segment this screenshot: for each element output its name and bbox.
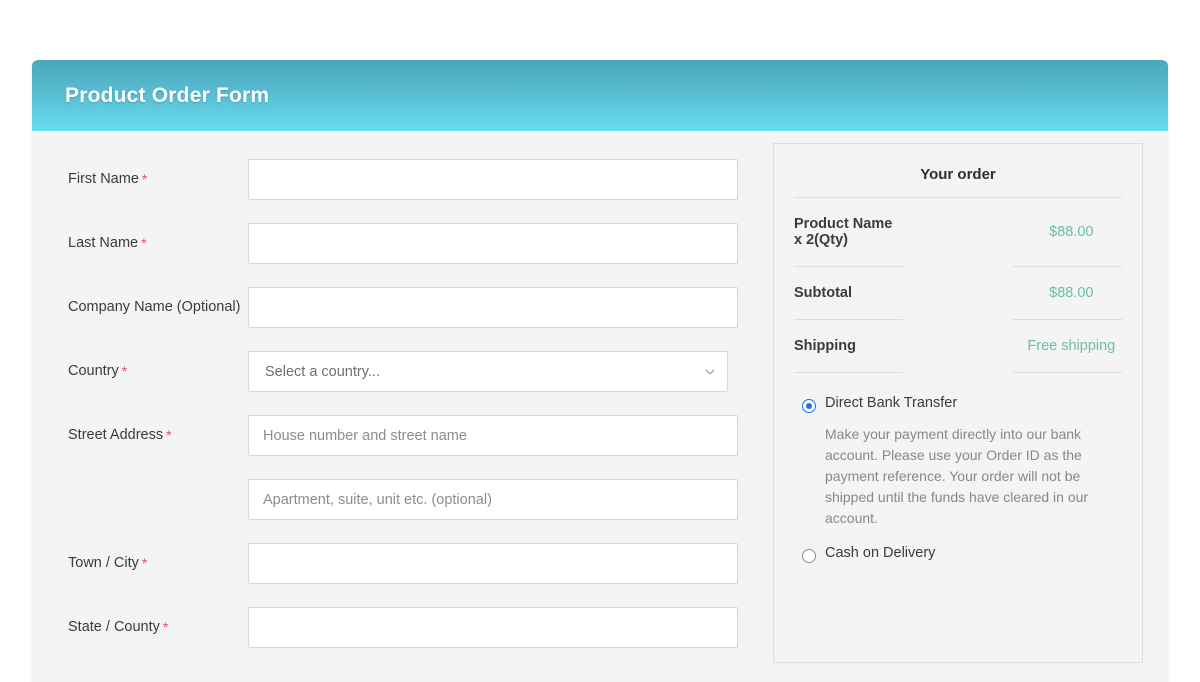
payment-option-description: Make your payment directly into our bank…: [825, 424, 1114, 529]
field-first-name: [248, 159, 738, 200]
order-row-label: Shipping: [794, 319, 903, 372]
form-row-country: Country* Select a country...: [68, 351, 754, 393]
label-text: First Name: [68, 171, 139, 187]
company-name-input[interactable]: [248, 287, 738, 328]
required-asterisk: *: [122, 363, 127, 379]
label-text: Country: [68, 363, 119, 379]
order-summary-column: Your order Product Name x 2(Qty) $88.0: [754, 131, 1168, 682]
radio-cash-on-delivery[interactable]: [802, 549, 816, 563]
form-row-first-name: First Name*: [68, 159, 754, 201]
label-text: Last Name: [68, 235, 138, 251]
page-root: Product Order Form First Name* Last Name…: [0, 0, 1200, 682]
order-row-spacer: [903, 197, 1012, 266]
label-first-name: First Name*: [68, 159, 248, 188]
payment-option-label: Cash on Delivery: [825, 545, 935, 561]
order-row-spacer: [903, 319, 1012, 372]
label-street-address: Street Address*: [68, 415, 248, 444]
order-summary-panel: Your order Product Name x 2(Qty) $88.0: [773, 143, 1143, 663]
label-country: Country*: [68, 351, 248, 380]
form-row-town-city: Town / City*: [68, 543, 754, 585]
state-county-input[interactable]: [248, 607, 738, 648]
form-row-state-county: State / County*: [68, 607, 754, 649]
label-text: Company Name (Optional): [68, 299, 240, 315]
label-state-county: State / County*: [68, 607, 248, 636]
order-summary-title: Your order: [794, 166, 1122, 196]
label-last-name: Last Name*: [68, 223, 248, 252]
label-text: State / County: [68, 619, 160, 635]
country-select-wrapper: Select a country...: [248, 351, 738, 392]
field-state-county: [248, 607, 738, 648]
field-town-city: [248, 543, 738, 584]
order-form-card: Product Order Form First Name* Last Name…: [32, 60, 1168, 682]
town-city-input[interactable]: [248, 543, 738, 584]
payment-option-direct-bank-transfer[interactable]: Direct Bank Transfer: [802, 395, 1114, 413]
order-table-body: Product Name x 2(Qty) $88.00 Subtotal $8…: [794, 197, 1122, 372]
billing-form: First Name* Last Name* C: [32, 131, 754, 682]
street-address-input[interactable]: [248, 415, 738, 456]
label-text: Street Address: [68, 427, 163, 443]
field-last-name: [248, 223, 738, 264]
radio-direct-bank-transfer[interactable]: [802, 399, 816, 413]
payment-option-label: Direct Bank Transfer: [825, 395, 957, 411]
form-row-company-name: Company Name (Optional): [68, 287, 754, 329]
order-row-value: $88.00: [1013, 266, 1122, 319]
label-text: Town / City: [68, 555, 139, 571]
country-select[interactable]: Select a country...: [248, 351, 728, 392]
field-street-address: [248, 415, 738, 456]
order-row-value: $88.00: [1013, 197, 1122, 266]
required-asterisk: *: [142, 555, 147, 571]
order-row-label: Subtotal: [794, 266, 903, 319]
label-town-city: Town / City*: [68, 543, 248, 572]
order-row-label: Product Name x 2(Qty): [794, 197, 903, 266]
order-row-value: Free shipping: [1013, 319, 1122, 372]
payment-option-cash-on-delivery[interactable]: Cash on Delivery: [802, 545, 1114, 563]
form-row-address-line-2: [68, 479, 754, 521]
table-row: Shipping Free shipping: [794, 319, 1122, 372]
form-row-last-name: Last Name*: [68, 223, 754, 265]
required-asterisk: *: [141, 235, 146, 251]
page-title: Product Order Form: [65, 84, 269, 108]
field-company-name: [248, 287, 738, 328]
address-line-2-input[interactable]: [248, 479, 738, 520]
required-asterisk: *: [166, 427, 171, 443]
order-summary-table: Product Name x 2(Qty) $88.00 Subtotal $8…: [794, 196, 1122, 373]
required-asterisk: *: [142, 171, 147, 187]
label-company-name: Company Name (Optional): [68, 287, 248, 316]
field-address-line-2: [248, 479, 738, 520]
first-name-input[interactable]: [248, 159, 738, 200]
card-body: First Name* Last Name* C: [32, 131, 1168, 682]
order-row-spacer: [903, 266, 1012, 319]
required-asterisk: *: [163, 619, 168, 635]
field-country: Select a country...: [248, 351, 738, 392]
table-row: Subtotal $88.00: [794, 266, 1122, 319]
last-name-input[interactable]: [248, 223, 738, 264]
card-header: Product Order Form: [32, 60, 1168, 131]
form-row-street-address: Street Address*: [68, 415, 754, 457]
payment-methods: Direct Bank Transfer Make your payment d…: [794, 395, 1122, 563]
table-row: Product Name x 2(Qty) $88.00: [794, 197, 1122, 266]
